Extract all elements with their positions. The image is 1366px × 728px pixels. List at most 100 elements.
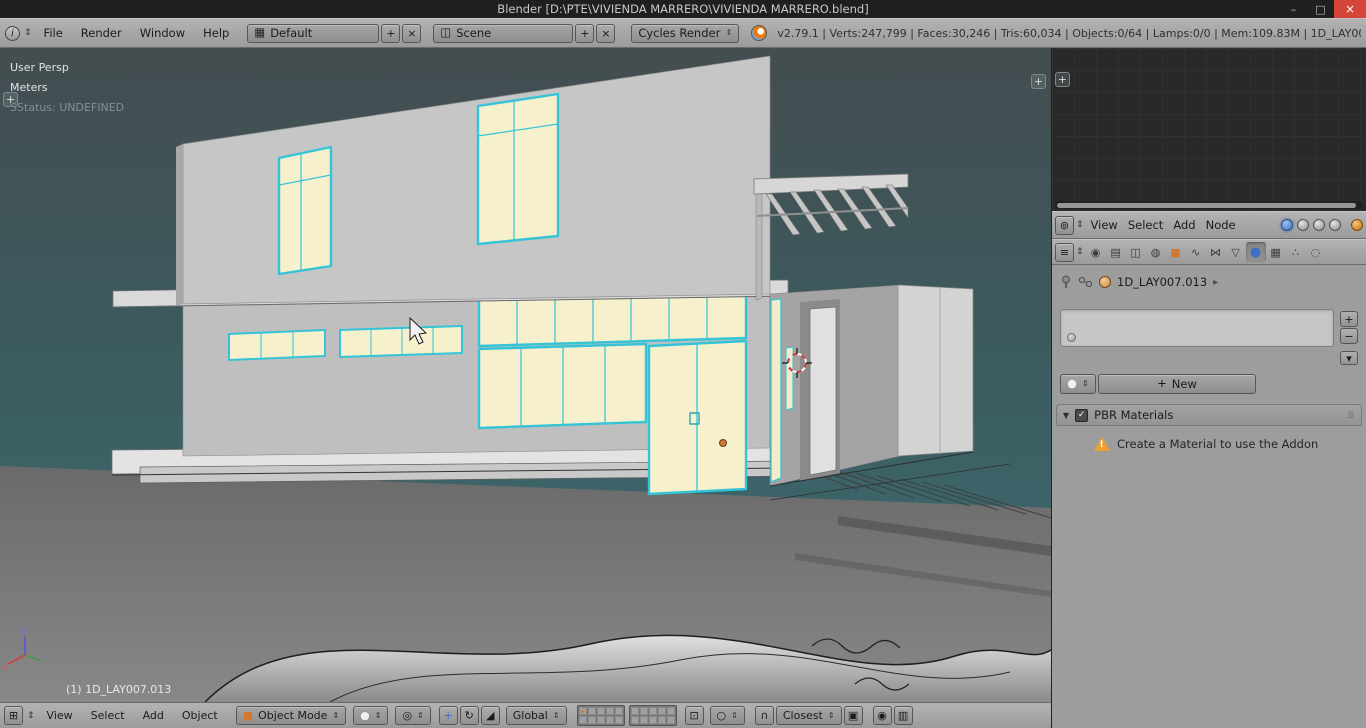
scene-add-button[interactable]: + — [575, 24, 594, 43]
editor-type-info-icon[interactable]: i — [5, 26, 20, 41]
tab-texture[interactable]: ▦ — [1266, 242, 1286, 262]
layer-cell[interactable] — [658, 716, 666, 724]
layer-cell[interactable] — [640, 707, 648, 715]
menu-window[interactable]: Window — [132, 26, 193, 40]
layers-group-1[interactable] — [577, 705, 625, 726]
layer-cell[interactable] — [631, 707, 639, 715]
editor-updown-icon[interactable]: ⇕ — [1074, 220, 1086, 230]
layer-cell-active[interactable] — [579, 707, 587, 715]
layers-group-2[interactable] — [629, 705, 677, 726]
properties-shelf-open-button[interactable]: + — [1031, 74, 1046, 89]
opengl-render-button[interactable]: ◉ — [873, 706, 892, 725]
scrollbar-thumb[interactable] — [1057, 203, 1356, 208]
tab-particles[interactable]: ∴ — [1286, 242, 1306, 262]
material-slot-list[interactable] — [1060, 309, 1334, 347]
tab-object[interactable]: ■ — [1166, 242, 1186, 262]
menu-view[interactable]: View — [39, 709, 81, 722]
panel-expand-icon[interactable]: ▼ — [1063, 411, 1069, 420]
editor-type-properties-icon[interactable]: ≡ — [1055, 243, 1074, 262]
node-editor-hscrollbar[interactable] — [1055, 201, 1363, 209]
pbr-materials-panel-header[interactable]: ▼ ✓ PBR Materials ≣ — [1056, 404, 1362, 426]
pivot-selector[interactable]: ◎ ⇕ — [395, 706, 430, 725]
layer-cell[interactable] — [649, 716, 657, 724]
layer-cell[interactable] — [597, 716, 605, 724]
slot-remove-button[interactable]: − — [1340, 328, 1358, 344]
layer-cell[interactable] — [640, 716, 648, 724]
tab-render-layers[interactable]: ▤ — [1106, 242, 1126, 262]
tab-render[interactable]: ◉ — [1086, 242, 1106, 262]
layer-cell[interactable] — [649, 707, 657, 715]
shader-type-material-button[interactable] — [1281, 219, 1293, 231]
opengl-render-anim-button[interactable]: ▥ — [894, 706, 913, 725]
menu-help[interactable]: Help — [195, 26, 237, 40]
screen-layout-selector[interactable]: ▦ Default — [247, 24, 379, 43]
scene-selector[interactable]: ◫ Scene — [433, 24, 573, 43]
menu-select[interactable]: Select — [1123, 218, 1168, 232]
menu-add[interactable]: Add — [135, 709, 172, 722]
3d-scene[interactable]: z x — [0, 48, 1051, 702]
node-toolshelf-open-button[interactable]: + — [1055, 72, 1070, 87]
menu-add[interactable]: Add — [1168, 218, 1200, 232]
menu-file[interactable]: File — [36, 26, 71, 40]
close-button[interactable]: × — [1334, 0, 1366, 18]
toolshelf-open-button[interactable]: + — [3, 92, 18, 107]
minimize-button[interactable]: – — [1280, 0, 1307, 18]
editor-updown-icon[interactable]: ⇕ — [25, 711, 37, 721]
layer-cell[interactable] — [658, 707, 666, 715]
lock-to-scene-button[interactable]: ⊡ — [685, 706, 704, 725]
layer-cell[interactable] — [631, 716, 639, 724]
editor-updown-icon[interactable]: ⇕ — [22, 28, 34, 38]
layer-cell[interactable] — [597, 707, 605, 715]
tab-world[interactable]: ◍ — [1146, 242, 1166, 262]
tab-object-data[interactable]: ▽ — [1226, 242, 1246, 262]
texture-ball-icon[interactable] — [1351, 219, 1363, 231]
menu-render[interactable]: Render — [73, 26, 130, 40]
layer-cell[interactable] — [579, 716, 587, 724]
panel-grip-icon[interactable]: ≣ — [1347, 410, 1355, 421]
proportional-edit-selector[interactable]: ○ ⇕ — [710, 706, 745, 725]
layer-cell[interactable] — [588, 716, 596, 724]
layers-widget[interactable] — [577, 705, 677, 726]
shading-selector[interactable]: ● ⇕ — [353, 706, 388, 725]
layer-cell[interactable] — [588, 707, 596, 715]
menu-select[interactable]: Select — [83, 709, 133, 722]
node-editor-canvas[interactable]: + — [1052, 48, 1366, 211]
screen-delete-button[interactable]: × — [402, 24, 421, 43]
tab-scene[interactable]: ◫ — [1126, 242, 1146, 262]
pin-icon[interactable] — [1060, 275, 1072, 289]
manipulator-translate-button[interactable]: + — [439, 706, 458, 725]
material-browse-button[interactable]: ● ⇕ — [1060, 374, 1096, 394]
layer-cell[interactable] — [606, 707, 614, 715]
editor-updown-icon[interactable]: ⇕ — [1074, 247, 1086, 257]
shader-type-linestyle-button[interactable] — [1329, 219, 1341, 231]
tab-modifiers[interactable]: ⋈ — [1206, 242, 1226, 262]
menu-object[interactable]: Object — [174, 709, 226, 722]
menu-view[interactable]: View — [1086, 218, 1123, 232]
manipulator-scale-button[interactable]: ◢ — [481, 706, 500, 725]
shader-type-world-button[interactable] — [1313, 219, 1325, 231]
maximize-button[interactable]: □ — [1307, 0, 1334, 18]
material-new-button[interactable]: + New — [1098, 374, 1256, 394]
orientation-selector[interactable]: Global ⇕ — [506, 706, 567, 725]
snap-magnet-button[interactable]: ∩ — [755, 706, 774, 725]
tab-constraints[interactable]: ∿ — [1186, 242, 1206, 262]
manipulator-rotate-button[interactable]: ↻ — [460, 706, 479, 725]
slot-specials-menu-button[interactable]: ▾ — [1340, 351, 1358, 365]
pbr-enable-checkbox[interactable]: ✓ — [1075, 409, 1088, 422]
screen-add-button[interactable]: + — [381, 24, 400, 43]
editor-type-3dview-icon[interactable]: ⊞ — [4, 706, 23, 725]
snap-target-button[interactable]: ▣ — [844, 706, 863, 725]
breadcrumb-tree-name[interactable]: 1D_LAY007.013 — [1117, 275, 1207, 289]
scene-delete-button[interactable]: × — [596, 24, 615, 43]
render-engine-selector[interactable]: Cycles Render ⇕ — [631, 24, 739, 43]
layer-cell[interactable] — [606, 716, 614, 724]
menu-node[interactable]: Node — [1201, 218, 1241, 232]
snap-element-selector[interactable]: Closest ⇕ — [776, 706, 842, 725]
shader-type-object-button[interactable] — [1297, 219, 1309, 231]
tab-physics[interactable]: ◌ — [1306, 242, 1326, 262]
editor-type-node-icon[interactable]: ⊚ — [1055, 216, 1074, 235]
slot-add-button[interactable]: + — [1340, 311, 1358, 327]
layer-cell[interactable] — [615, 707, 623, 715]
layer-cell[interactable] — [667, 716, 675, 724]
mode-selector[interactable]: ■ Object Mode ⇕ — [236, 706, 346, 725]
